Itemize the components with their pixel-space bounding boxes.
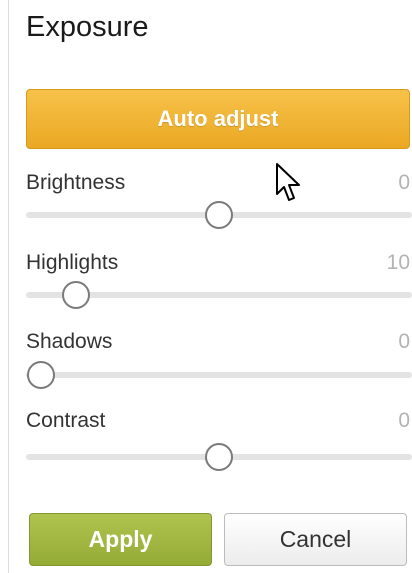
shadows-slider-thumb[interactable] [27, 361, 56, 389]
panel-border [8, 0, 9, 573]
shadows-value: 0 [398, 330, 410, 353]
highlights-label: Highlights [26, 251, 119, 274]
brightness-slider-thumb[interactable] [205, 201, 233, 229]
auto-adjust-button[interactable]: Auto adjust [26, 89, 410, 149]
highlights-slider-thumb[interactable] [62, 281, 91, 309]
brightness-value: 0 [398, 171, 410, 194]
cancel-button[interactable]: Cancel [224, 513, 407, 566]
contrast-value: 0 [398, 409, 410, 432]
exposure-panel: Exposure Auto adjust Brightness 0 Highli… [0, 0, 412, 573]
shadows-slider-track[interactable] [26, 361, 412, 389]
brightness-label: Brightness [26, 171, 126, 194]
panel-title: Exposure [26, 11, 149, 43]
contrast-slider-thumb[interactable] [205, 443, 233, 471]
contrast-label: Contrast [26, 409, 106, 432]
shadows-label: Shadows [26, 330, 113, 353]
highlights-value: 10 [386, 251, 410, 274]
apply-button[interactable]: Apply [29, 513, 212, 566]
contrast-slider-track[interactable] [26, 443, 412, 471]
brightness-slider-track[interactable] [26, 201, 412, 229]
highlights-slider-track[interactable] [26, 281, 412, 309]
mouse-pointer-icon [276, 163, 300, 201]
